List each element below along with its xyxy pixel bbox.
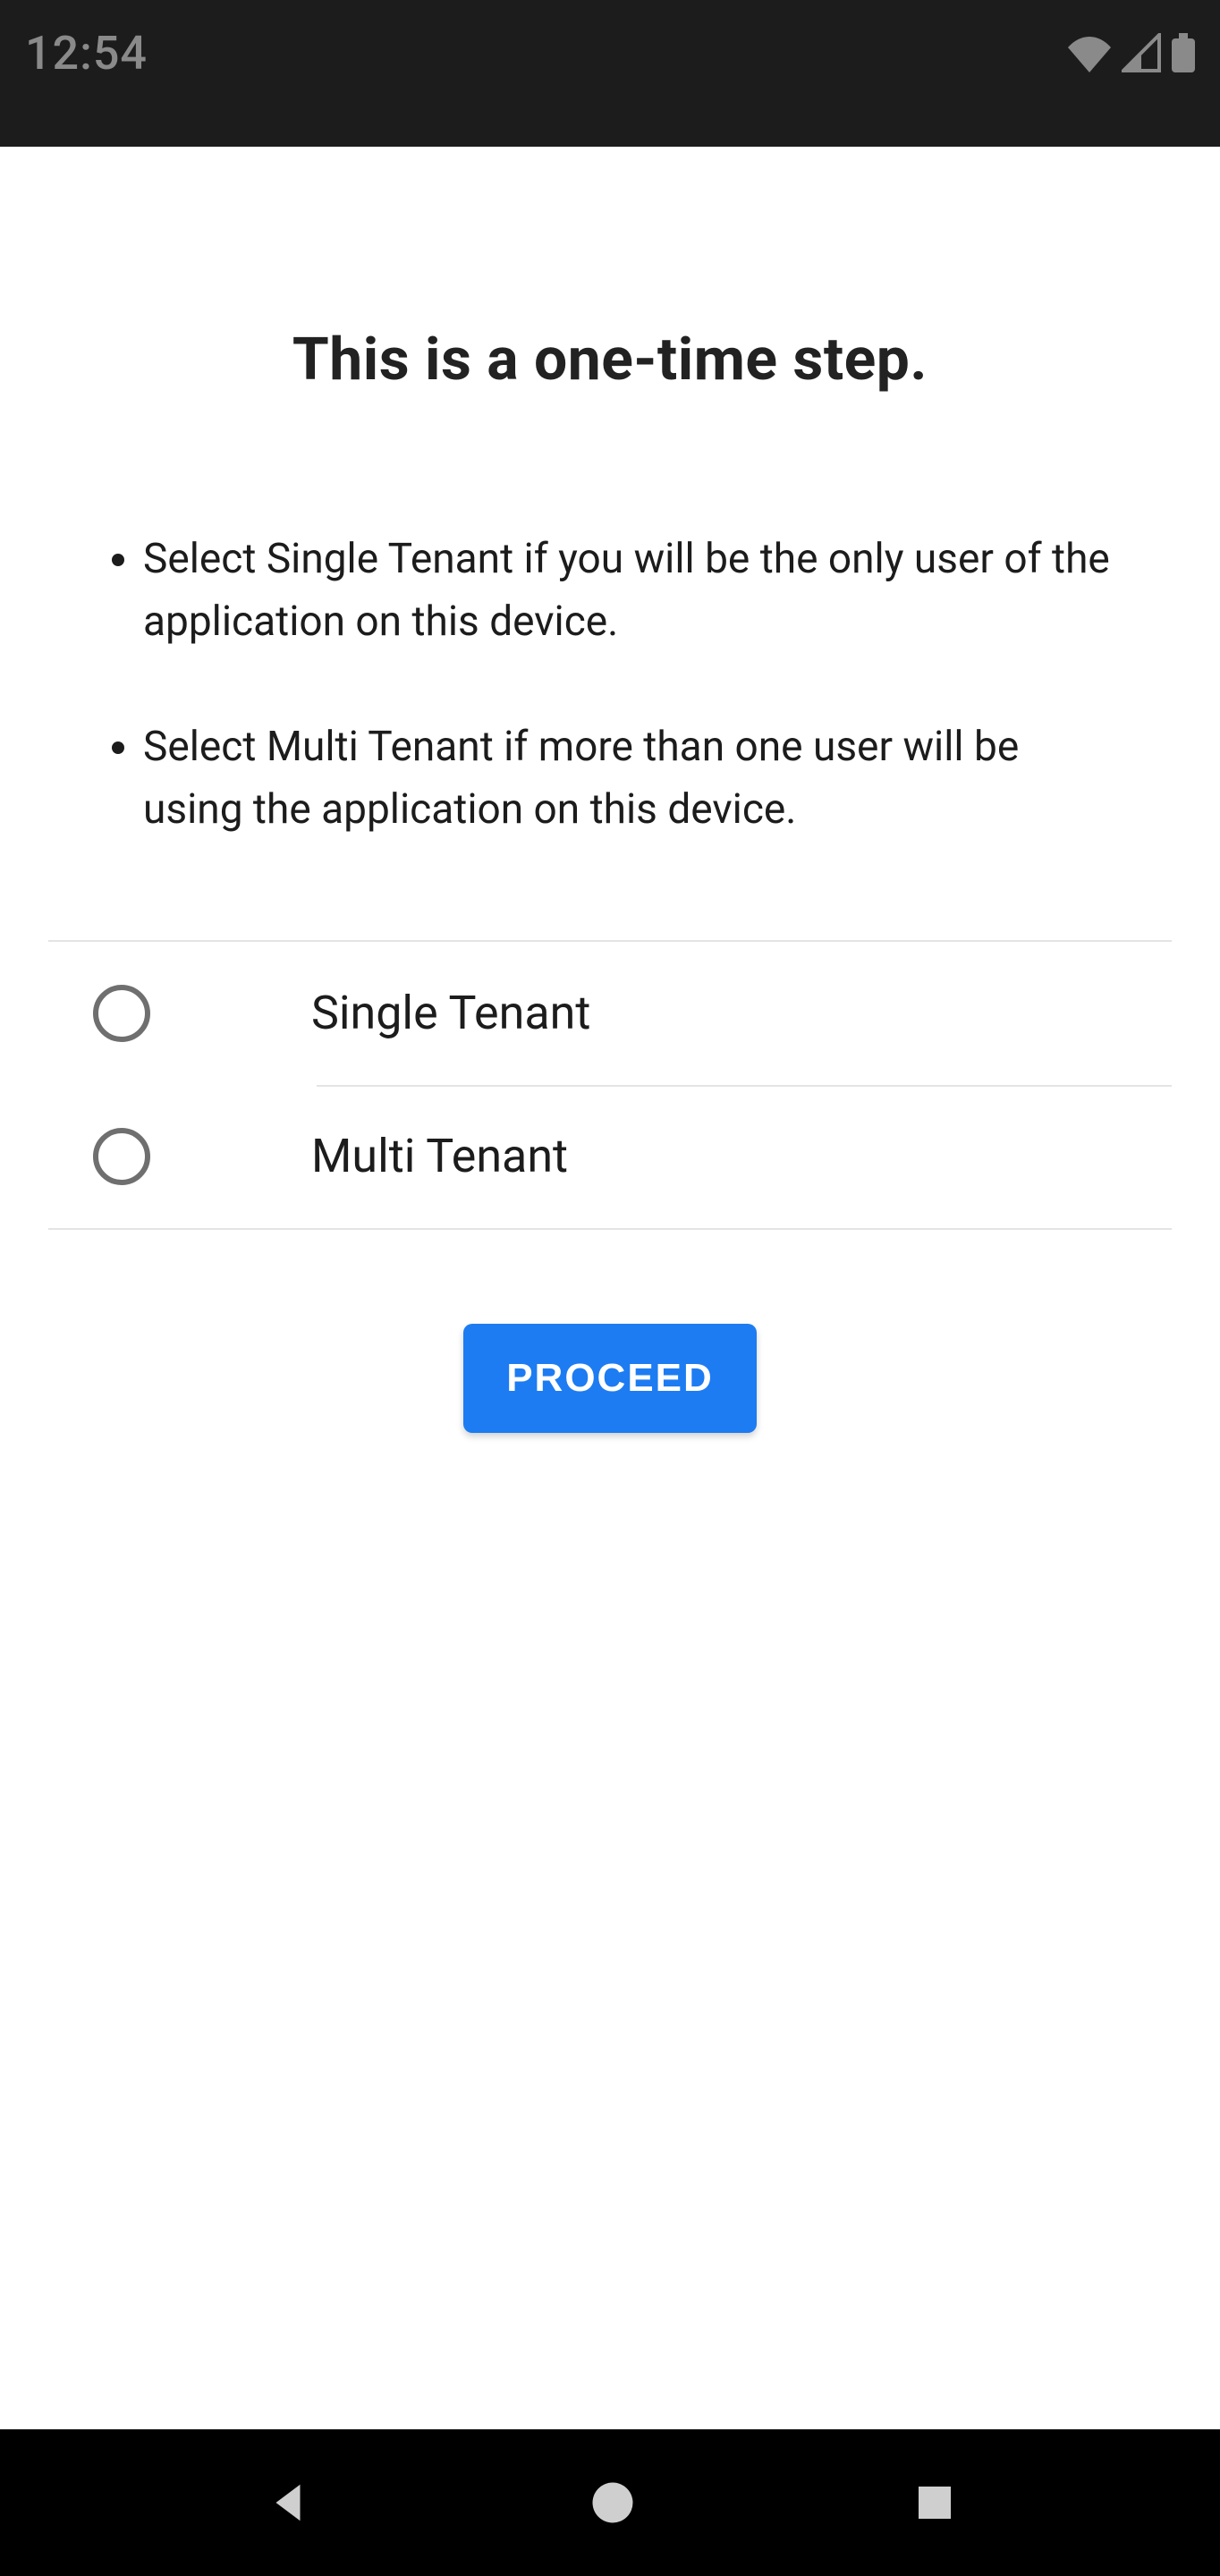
back-icon[interactable] [264, 2479, 312, 2527]
option-single-tenant[interactable]: Single Tenant [48, 942, 1172, 1085]
home-icon[interactable] [589, 2479, 637, 2527]
option-label: Single Tenant [311, 986, 590, 1040]
wifi-icon [1068, 37, 1111, 72]
cellular-signal-icon [1122, 33, 1161, 72]
radio-icon[interactable] [93, 985, 150, 1042]
instruction-item: Select Single Tenant if you will be the … [143, 529, 1113, 654]
radio-icon[interactable] [93, 1128, 150, 1185]
page-title: This is a one-time step. [0, 147, 1220, 394]
recents-icon[interactable] [913, 2481, 956, 2524]
option-separator [317, 1085, 1172, 1087]
app-content: This is a one-time step. Select Single T… [0, 147, 1220, 2429]
instruction-item: Select Multi Tenant if more than one use… [143, 716, 1113, 842]
status-bar: 12:54 [0, 0, 1220, 106]
tenant-options: Single Tenant Multi Tenant [48, 940, 1172, 1230]
battery-icon [1172, 33, 1195, 72]
option-label: Multi Tenant [311, 1129, 568, 1183]
status-clock: 12:54 [25, 26, 148, 80]
instructions-list: Select Single Tenant if you will be the … [0, 394, 1220, 940]
status-icons [1068, 33, 1195, 72]
option-multi-tenant[interactable]: Multi Tenant [48, 1085, 1172, 1228]
navigation-bar [0, 2429, 1220, 2576]
proceed-button[interactable]: PROCEED [463, 1324, 757, 1433]
